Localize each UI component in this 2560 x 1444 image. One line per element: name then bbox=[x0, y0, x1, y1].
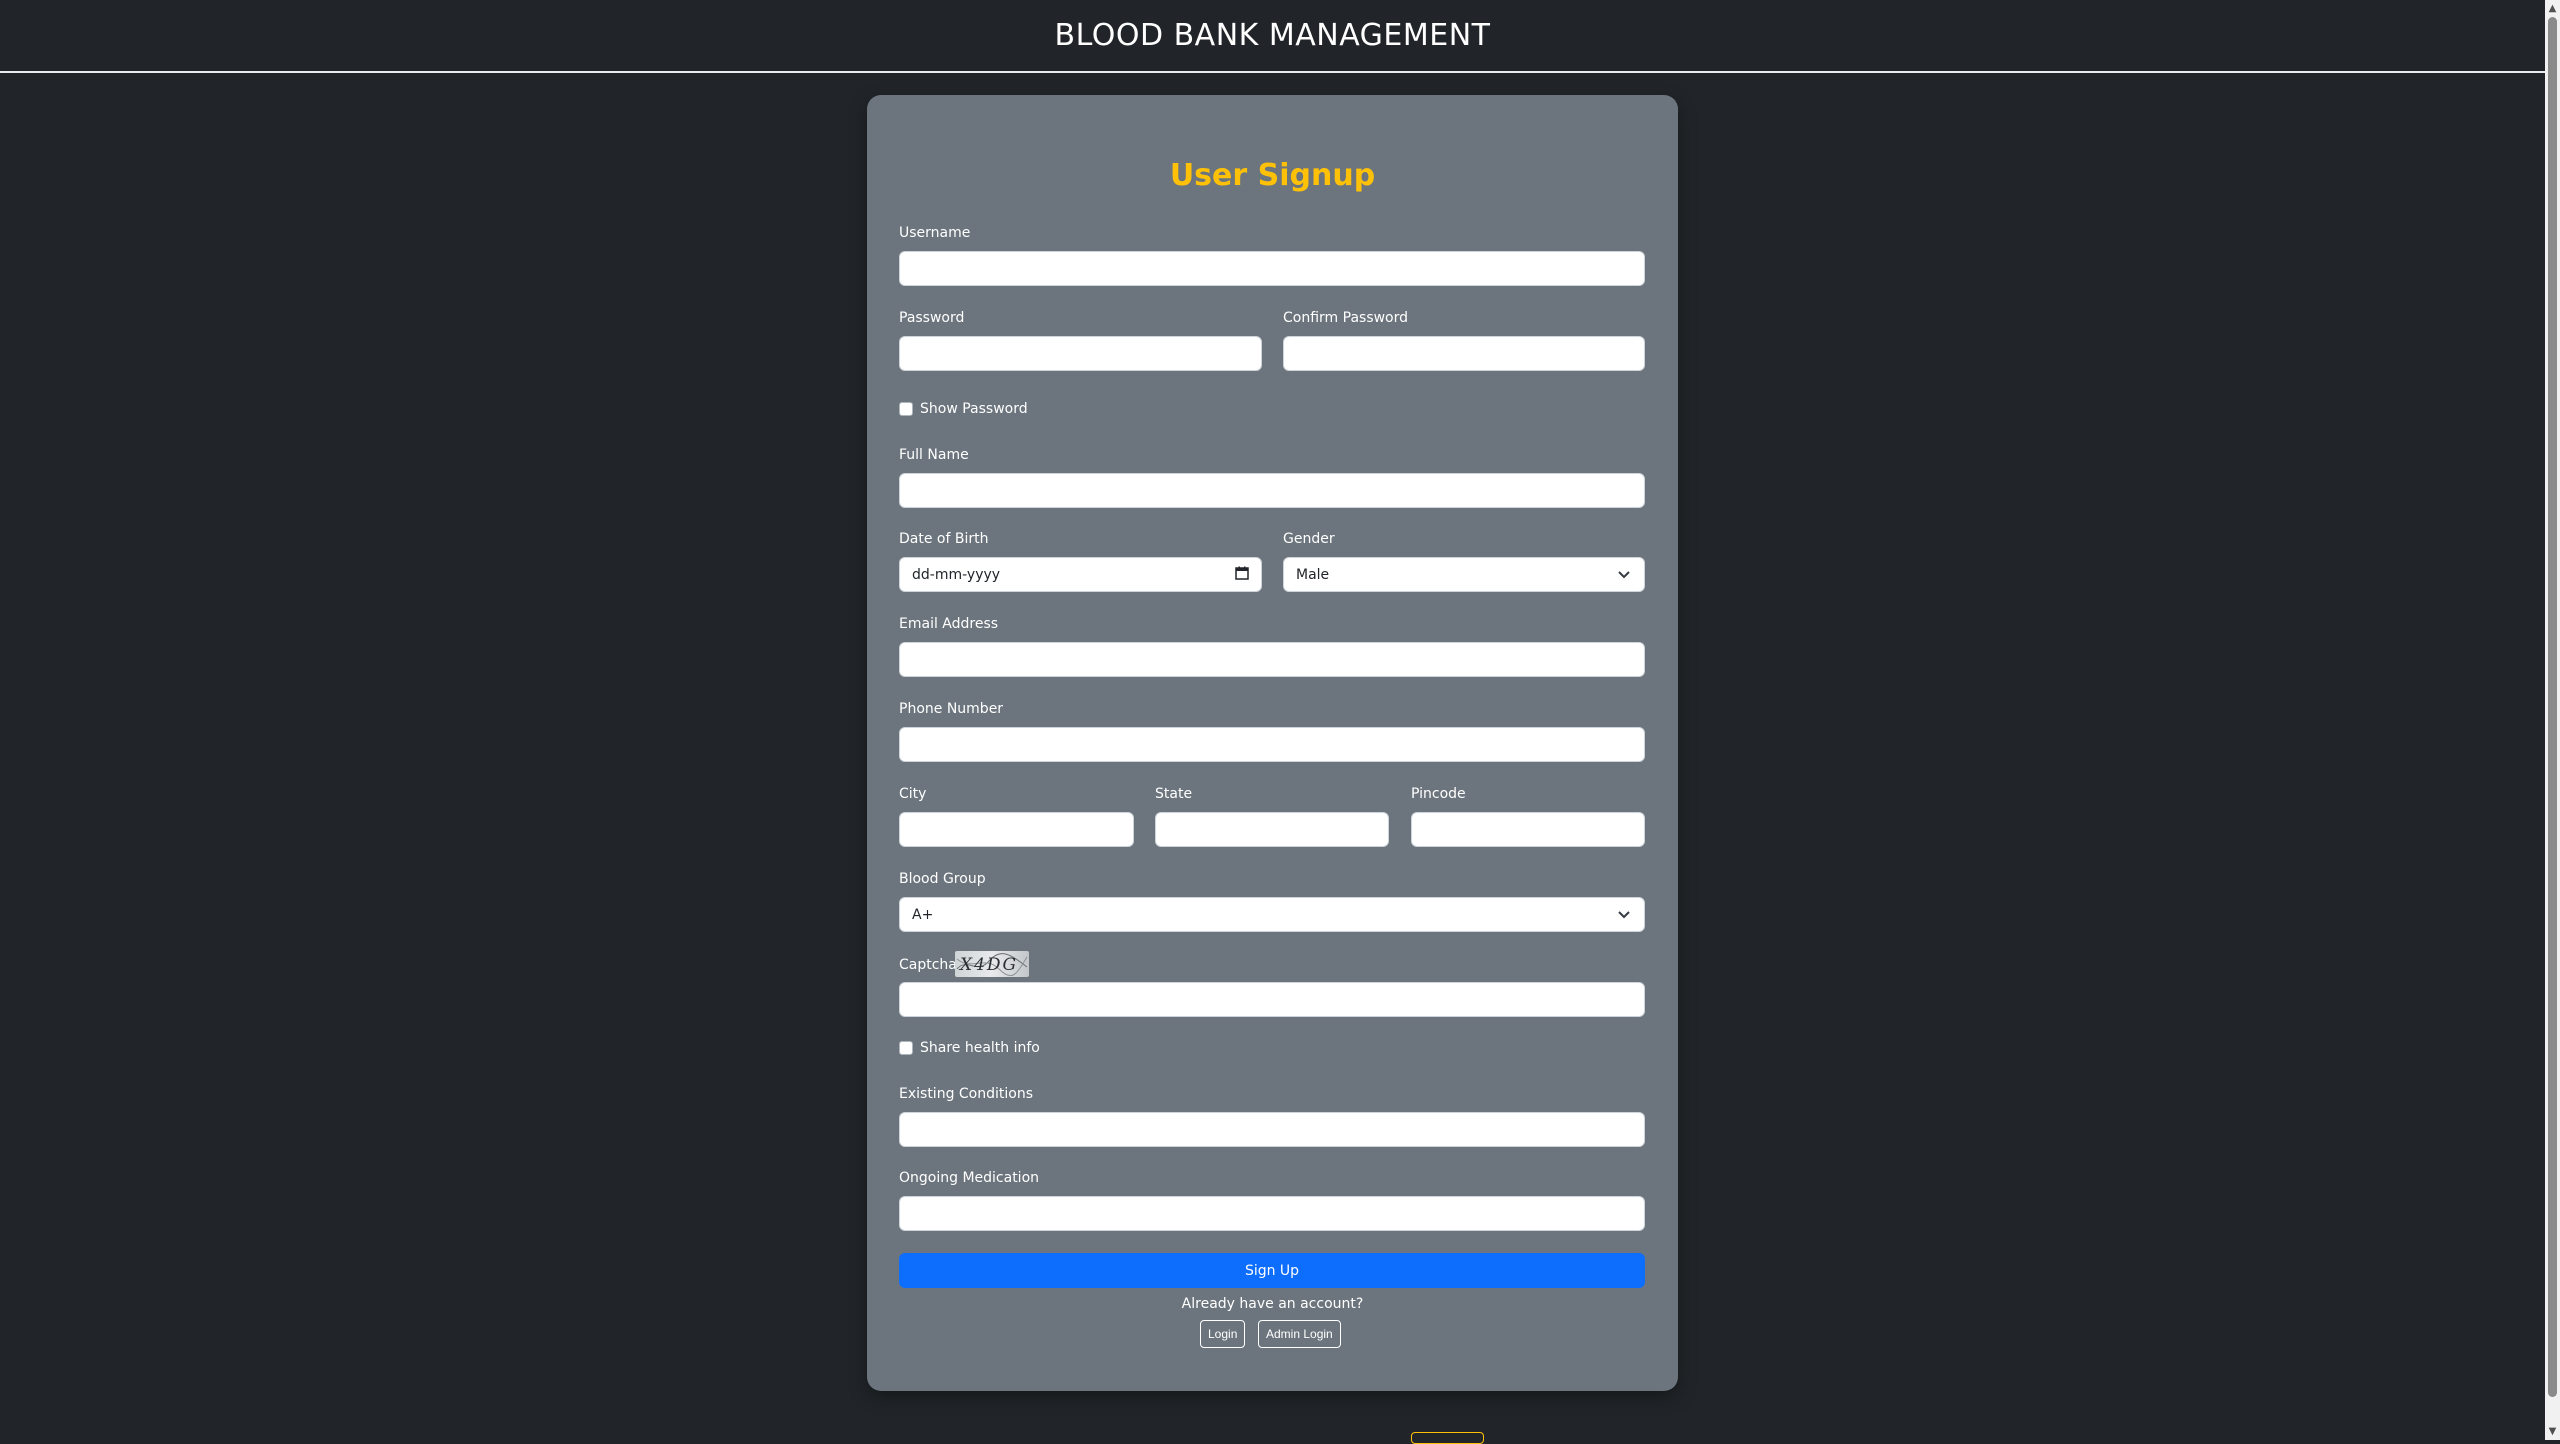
share-health-label: Share health info bbox=[920, 1040, 1040, 1056]
login-button[interactable]: Login bbox=[1200, 1320, 1246, 1348]
email-label: Email Address bbox=[899, 616, 999, 632]
dob-label: Date of Birth bbox=[899, 531, 989, 547]
form-title: User Signup bbox=[1169, 158, 1376, 193]
password-label: Password bbox=[899, 310, 965, 326]
scroll-down-icon[interactable]: ▼ bbox=[2545, 1423, 2560, 1440]
dob-placeholder: dd-mm-yyyy bbox=[912, 566, 1001, 583]
username-label: Username bbox=[899, 225, 971, 241]
email-input[interactable] bbox=[899, 642, 1645, 677]
share-health-checkbox[interactable] bbox=[899, 1041, 913, 1055]
chevron-down-icon bbox=[1616, 907, 1632, 923]
captcha-label: Captcha bbox=[899, 957, 957, 973]
state-input[interactable] bbox=[1155, 812, 1389, 847]
city-label: City bbox=[899, 786, 927, 802]
captcha-input[interactable] bbox=[899, 982, 1645, 1017]
phone-input[interactable] bbox=[899, 727, 1645, 762]
scroll-up-icon[interactable]: ▲ bbox=[2545, 0, 2560, 17]
chevron-down-icon bbox=[1616, 567, 1632, 583]
pincode-input[interactable] bbox=[1411, 812, 1645, 847]
username-input[interactable] bbox=[899, 251, 1645, 286]
share-health-row[interactable]: Share health info bbox=[899, 1040, 1040, 1056]
password-input[interactable] bbox=[899, 336, 1262, 371]
gender-label: Gender bbox=[1283, 531, 1335, 547]
gender-value: Male bbox=[1296, 566, 1330, 583]
captcha-image: X4DG bbox=[955, 951, 1029, 977]
show-password-checkbox[interactable] bbox=[899, 402, 913, 416]
conditions-label: Existing Conditions bbox=[899, 1086, 1034, 1102]
blood-group-select[interactable]: A+ bbox=[899, 897, 1645, 932]
blood-group-value: A+ bbox=[912, 906, 934, 923]
page-scrollbar[interactable]: ▲ ▼ bbox=[2545, 0, 2560, 1440]
admin-login-button[interactable]: Admin Login bbox=[1258, 1320, 1341, 1348]
confirm-password-input[interactable] bbox=[1283, 336, 1645, 371]
app-title: BLOOD BANK MANAGEMENT bbox=[1054, 18, 1491, 53]
confirm-password-label: Confirm Password bbox=[1283, 310, 1409, 326]
medication-label: Ongoing Medication bbox=[899, 1170, 1040, 1186]
calendar-icon[interactable] bbox=[1235, 566, 1249, 584]
scroll-thumb[interactable] bbox=[2548, 17, 2557, 1397]
pincode-label: Pincode bbox=[1411, 786, 1466, 802]
app-header: BLOOD BANK MANAGEMENT bbox=[0, 0, 2545, 73]
state-label: State bbox=[1155, 786, 1193, 802]
already-account-text: Already have an account? bbox=[1181, 1296, 1364, 1312]
medication-input[interactable] bbox=[899, 1196, 1645, 1231]
conditions-input[interactable] bbox=[899, 1112, 1645, 1147]
show-password-label: Show Password bbox=[920, 401, 1028, 417]
captcha-text: X4DG bbox=[958, 955, 1018, 975]
dob-input[interactable]: dd-mm-yyyy bbox=[899, 557, 1262, 592]
signup-button[interactable]: Sign Up bbox=[899, 1253, 1645, 1288]
offscreen-element bbox=[1411, 1432, 1484, 1444]
city-input[interactable] bbox=[899, 812, 1134, 847]
blood-group-label: Blood Group bbox=[899, 871, 986, 887]
show-password-row[interactable]: Show Password bbox=[899, 401, 1028, 417]
gender-select[interactable]: Male bbox=[1283, 557, 1645, 592]
phone-label: Phone Number bbox=[899, 701, 1004, 717]
fullname-label: Full Name bbox=[899, 447, 969, 463]
fullname-input[interactable] bbox=[899, 473, 1645, 508]
